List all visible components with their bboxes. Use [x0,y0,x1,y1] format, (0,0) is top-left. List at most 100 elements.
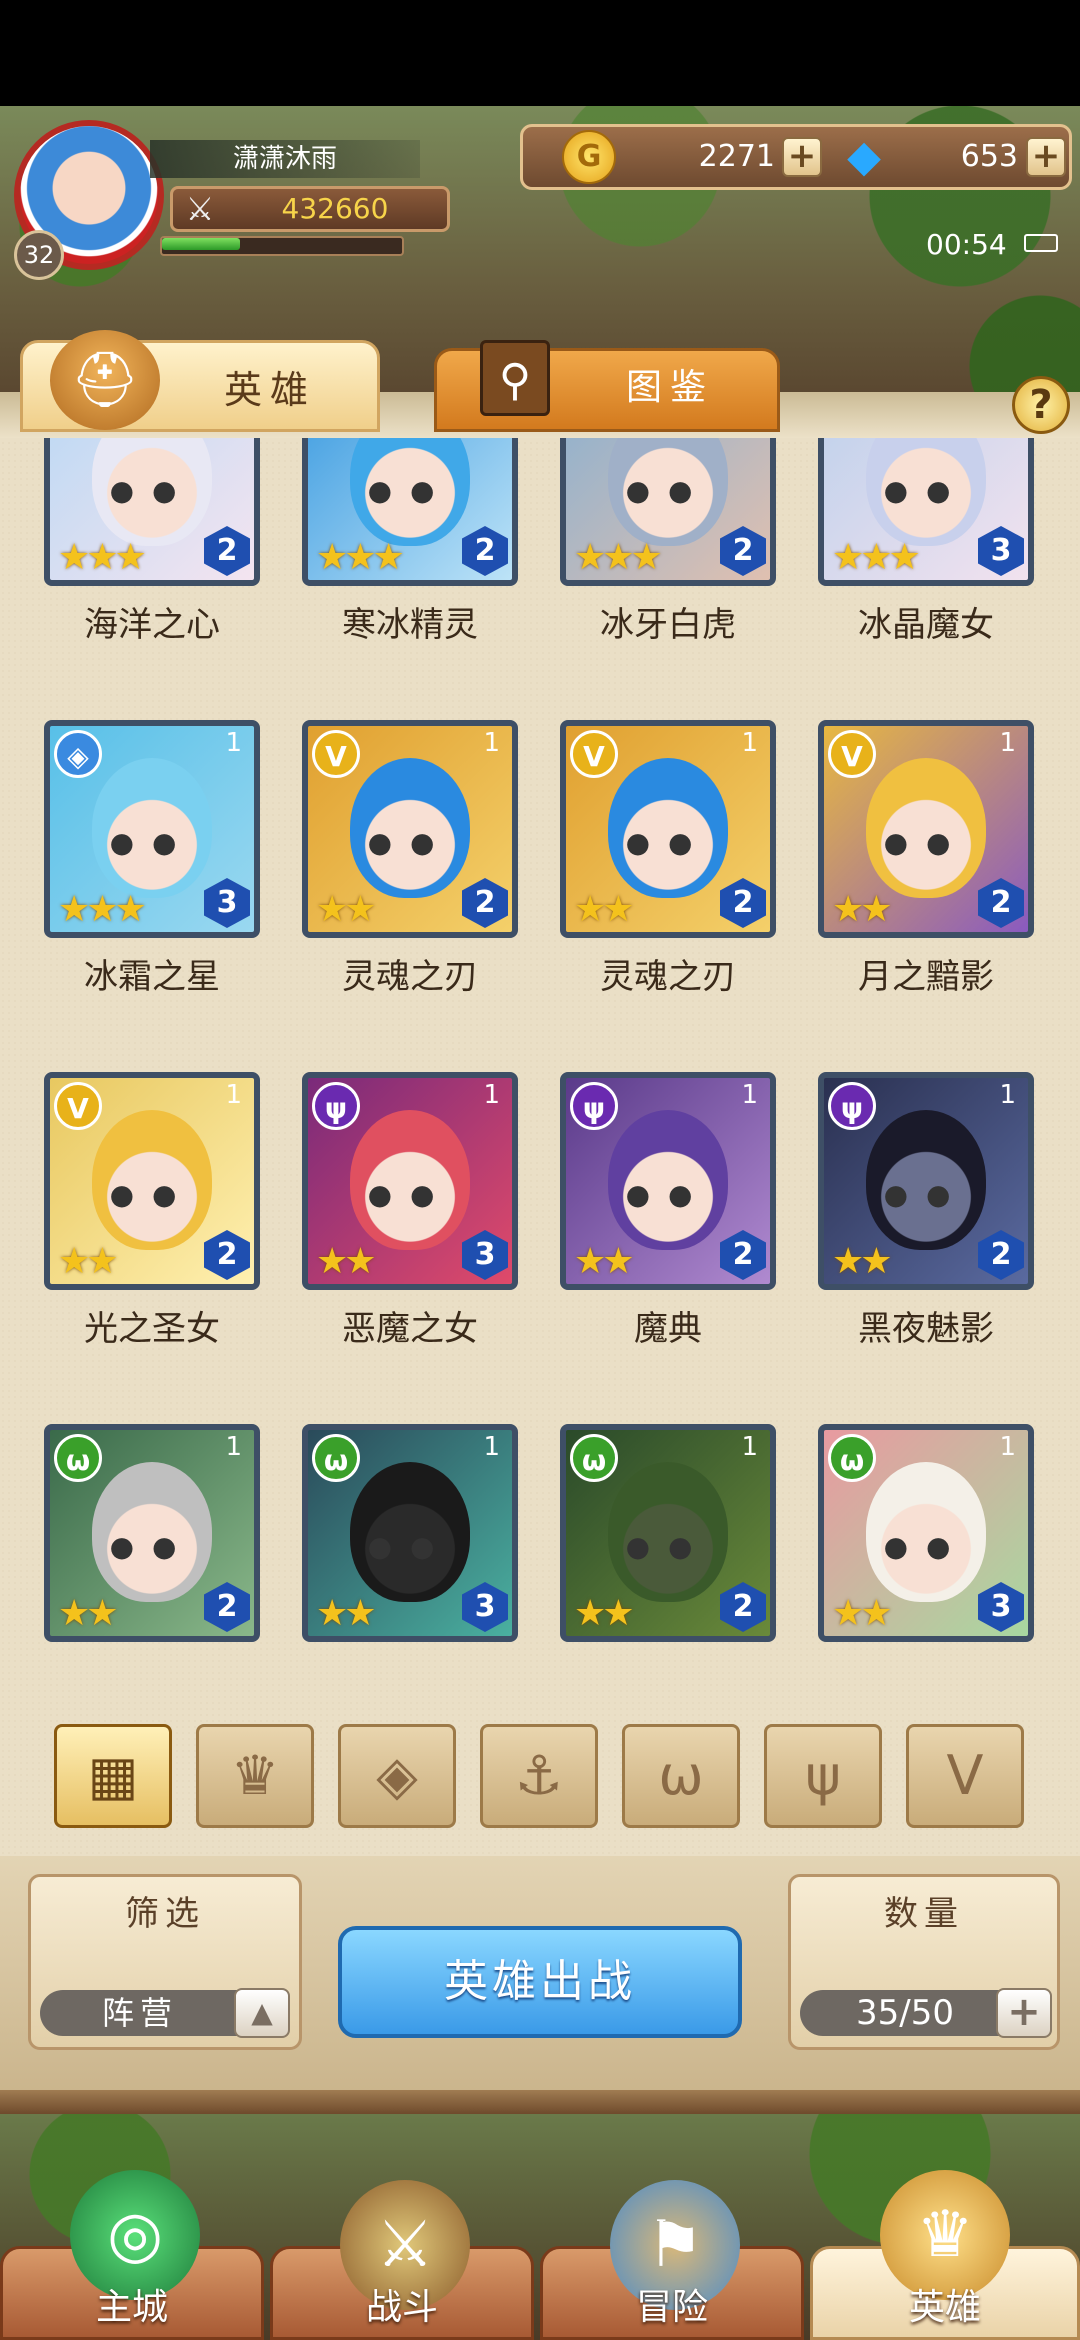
hero-count: 1 [999,1080,1016,1110]
hero-name: 海洋之心 [84,605,220,645]
hero-portrait[interactable]: ●● ψ 1 ★★ 3 [302,1072,518,1290]
faction-select-arrow-icon[interactable]: ▲ [234,1988,290,2038]
deploy-heroes-button[interactable]: 英雄出战 [338,1926,742,2038]
hero-portrait[interactable]: ●● V 1 ★★ 2 [560,720,776,938]
faction-filter-beast[interactable]: ω [622,1724,740,1828]
faction-filter-all[interactable]: ▦ [54,1724,172,1828]
hero-portrait[interactable]: ●● ★★★ 2 [44,438,260,586]
hero-level-badge: 2 [720,878,766,928]
hero-card[interactable]: ●● ψ 1 ★★ 2 魔典 [546,1072,776,1372]
faction-icon: ω [570,1434,618,1482]
hero-card[interactable]: ●● V 1 ★★ 2 光之圣女 [30,1072,260,1372]
hero-portrait[interactable]: ●● ★★★ 2 [302,438,518,586]
faction-filter-ice[interactable]: ◈ [338,1724,456,1828]
hero-stars: ★★ [832,1593,893,1634]
hero-stars: ★★★ [58,889,147,930]
help-button[interactable]: ? [1012,376,1070,434]
hero-card[interactable]: ●● ★★★ 3 冰晶魔女 [804,438,1034,668]
faction-select-value[interactable]: 阵营 [40,1990,240,2036]
expand-roster-button[interactable]: + [996,1988,1052,2038]
hero-name: 黑夜魅影 [858,1309,994,1349]
hero-count: 1 [483,728,500,758]
hero-level-badge: 2 [462,526,508,576]
hero-card[interactable]: ●● ★★★ 2 海洋之心 [30,438,260,668]
hero-name [30,1656,274,1678]
hero-level-badge: 2 [978,1230,1024,1280]
hero-card[interactable]: ●● ω 1 ★★ 2 [546,1424,776,1678]
hero-card[interactable]: ●● ★★★ 2 寒冰精灵 [288,438,518,668]
faction-filter-anchor[interactable]: ⚓ [480,1724,598,1828]
hero-portrait[interactable]: ●● ω 1 ★★ 2 [560,1424,776,1642]
faction-icon: V [828,730,876,778]
hero-portrait[interactable]: ●● ψ 1 ★★ 2 [560,1072,776,1290]
hero-stars: ★★ [316,1241,377,1282]
hero-portrait[interactable]: ●● ◈ 1 ★★★ 3 [44,720,260,938]
faction-icon: V [570,730,618,778]
gold-value: 2271 [698,139,775,174]
hero-count: 1 [483,1432,500,1462]
add-gem-button[interactable]: + [1026,137,1066,177]
hero-portrait[interactable]: ●● V 1 ★★ 2 [44,1072,260,1290]
hero-card[interactable]: ●● ω 1 ★★ 3 [288,1424,518,1678]
hero-stars: ★★★ [832,537,921,578]
hero-portrait[interactable]: ●● ψ 1 ★★ 2 [818,1072,1034,1290]
hero-portrait[interactable]: ●● V 1 ★★ 2 [302,720,518,938]
faction-icon: ψ [828,1082,876,1130]
hero-stars: ★★ [574,1593,635,1634]
tab-heroes-label: 英雄 [223,368,316,412]
hero-level-badge: 2 [978,878,1024,928]
hero-card[interactable]: ●● V 1 ★★ 2 灵魂之刃 [546,720,776,1020]
hero-stars: ★★ [58,1241,119,1282]
hero-count: 1 [225,728,242,758]
hero-stars: ★★★ [574,537,663,578]
diamond-icon: ◆ [847,131,881,182]
hero-level-badge: 3 [978,526,1024,576]
hero-name [288,1656,532,1678]
hero-count: 1 [741,1432,758,1462]
hero-level-badge: 3 [978,1582,1024,1632]
faction-filter-demon[interactable]: ψ [764,1724,882,1828]
gem-value: 653 [960,139,1018,174]
hero-card[interactable]: ●● ψ 1 ★★ 2 黑夜魅影 [804,1072,1034,1372]
player-level-badge: 32 [14,230,64,280]
hero-card[interactable]: ●● ★★★ 2 冰牙白虎 [546,438,776,668]
hero-card[interactable]: ●● ω 1 ★★ 2 [30,1424,260,1678]
hero-level-badge: 2 [204,1230,250,1280]
hero-eyes: ●● [883,826,969,859]
hero-portrait[interactable]: ●● ★★★ 3 [818,438,1034,586]
hero-level-badge: 3 [462,1230,508,1280]
hero-card[interactable]: ●● ◈ 1 ★★★ 3 冰霜之星 [30,720,260,1020]
hero-portrait[interactable]: ●● ω 1 ★★ 3 [302,1424,518,1642]
faction-icon: V [312,730,360,778]
roster-count-value: 35/50 [856,1993,954,2033]
nav-main-city-label: 主城 [95,2287,168,2328]
hero-portrait[interactable]: ●● ω 1 ★★ 2 [44,1424,260,1642]
hero-portrait[interactable]: ●● ω 1 ★★ 3 [818,1424,1034,1642]
hero-card[interactable]: ●● ψ 1 ★★ 3 恶魔之女 [288,1072,518,1372]
hero-stars: ★★ [58,1593,119,1634]
hero-portrait[interactable]: ●● ★★★ 2 [560,438,776,586]
hero-stars: ★★★ [316,537,405,578]
hero-name: 冰霜之星 [84,957,220,997]
faction-filter-crown[interactable]: ♛ [196,1724,314,1828]
hero-name: 冰牙白虎 [600,605,736,645]
hero-grid[interactable]: ●● ★★★ 2 海洋之心 ●● ★★★ 2 寒冰精灵 ●● ★★★ 2 冰牙白虎 ●● ★★★ 3 冰晶魔女… [30,438,1050,1678]
hero-level-badge: 2 [462,878,508,928]
hero-level-badge: 2 [720,1582,766,1632]
nav-heroes-label: 英雄 [908,2287,981,2328]
add-gold-button[interactable]: + [782,137,822,177]
hero-eyes: ●● [883,1530,969,1563]
hero-level-badge: 2 [204,1582,250,1632]
status-bar [0,0,1080,106]
hero-portrait[interactable]: ●● V 1 ★★ 2 [818,720,1034,938]
faction-icon: V [54,1082,102,1130]
hero-level-badge: 3 [204,878,250,928]
faction-icon: ψ [570,1082,618,1130]
hero-card[interactable]: ●● ω 1 ★★ 3 [804,1424,1034,1678]
hero-card[interactable]: ●● V 1 ★★ 2 灵魂之刃 [288,720,518,1020]
combat-power-value: 432660 [281,192,389,225]
panel-bottom-edge [0,2090,1080,2114]
hero-card[interactable]: ●● V 1 ★★ 2 月之黯影 [804,720,1034,1020]
faction-filter-light[interactable]: V [906,1724,1024,1828]
hero-stars: ★★ [574,889,635,930]
